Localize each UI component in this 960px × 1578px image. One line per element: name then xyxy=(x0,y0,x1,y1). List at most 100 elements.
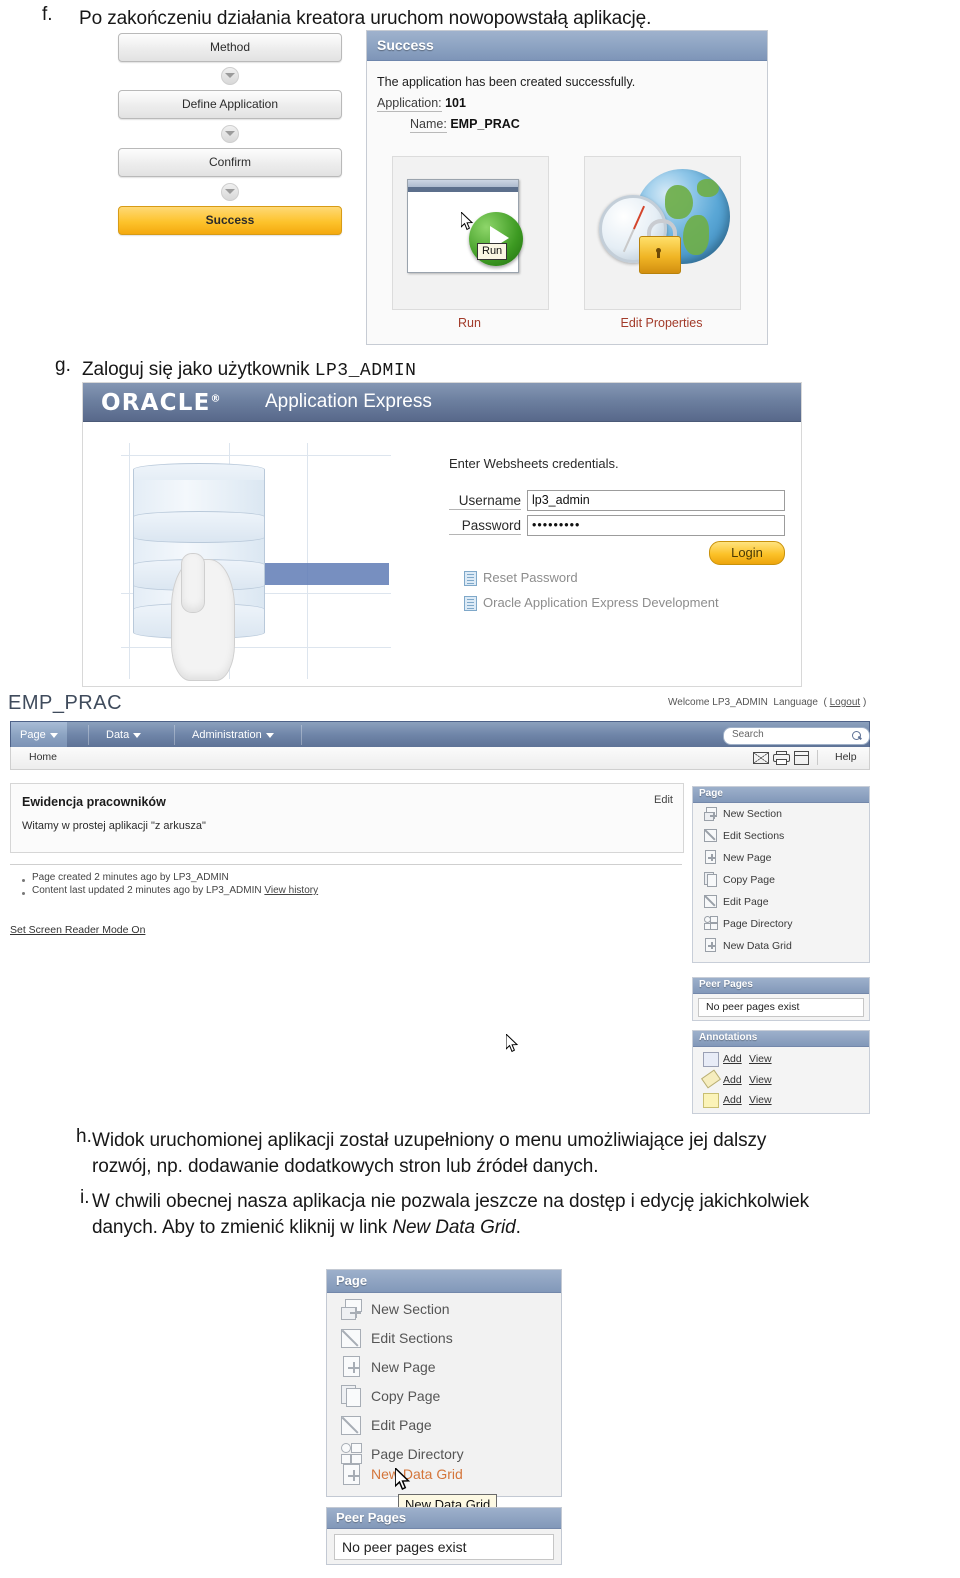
password-input[interactable]: ••••••••• xyxy=(527,515,785,536)
database-ring xyxy=(133,511,265,543)
search-icon[interactable] xyxy=(852,731,861,740)
bottom-item-new-data-grid[interactable]: New Data Grid xyxy=(371,1466,463,1482)
list-marker-f: f. xyxy=(42,4,53,25)
nav-item-page[interactable]: Page xyxy=(11,722,67,748)
bottom-item-edit-sections[interactable]: Edit Sections xyxy=(371,1330,453,1346)
oracle-registered-mark: ® xyxy=(210,393,222,405)
search-input[interactable]: Search xyxy=(723,727,870,745)
bottom-page-panel-header: Page xyxy=(327,1270,561,1293)
view-history-link[interactable]: View history xyxy=(264,885,318,896)
page-panel-item-page-directory[interactable]: Page Directory xyxy=(723,918,792,930)
edit-sections-icon[interactable] xyxy=(704,828,717,842)
new-data-grid-icon[interactable] xyxy=(704,938,717,952)
nav-item-data[interactable]: Data xyxy=(97,722,150,748)
wizard-step-method[interactable]: Method xyxy=(118,33,342,62)
annotation-add-tag[interactable]: Add xyxy=(723,1074,742,1086)
run-card[interactable]: Run xyxy=(392,156,549,310)
bottom-page-panel-title: Page xyxy=(336,1273,368,1288)
breadcrumb-home[interactable]: Home xyxy=(29,751,57,763)
page-panel-item-new-section[interactable]: New Section xyxy=(723,808,782,820)
wizard-step-define-application[interactable]: Define Application xyxy=(118,90,342,119)
help-link[interactable]: Help xyxy=(835,751,857,763)
globe-landmass xyxy=(697,179,719,197)
list-text-h-line2: rozwój, np. dodawanie dodatkowych stron … xyxy=(92,1156,599,1177)
wizard-step-confirm[interactable]: Confirm xyxy=(118,148,342,177)
print-paper xyxy=(776,759,787,765)
language-link[interactable]: Language xyxy=(773,697,818,708)
note-edit-icon[interactable] xyxy=(703,1052,719,1067)
username-label: Username xyxy=(449,493,521,510)
logout-link[interactable]: Logout xyxy=(830,697,861,708)
run-caption[interactable]: Run xyxy=(392,316,547,330)
lock-keyhole xyxy=(656,248,661,258)
reset-password-link[interactable]: Reset Password xyxy=(483,570,578,585)
nav-item-administration[interactable]: Administration xyxy=(183,722,283,748)
breadcrumb-bar: Home Help xyxy=(10,747,870,770)
bottom-item-page-directory[interactable]: Page Directory xyxy=(371,1446,464,1462)
screen-reader-link[interactable]: Set Screen Reader Mode On xyxy=(10,924,145,936)
page-panel-item-copy-page[interactable]: Copy Page xyxy=(723,874,775,886)
bottom-item-edit-page[interactable]: Edit Page xyxy=(371,1417,432,1433)
edit-page-icon[interactable] xyxy=(704,894,717,908)
icon-shape xyxy=(341,1443,351,1453)
annotation-view-tag[interactable]: View xyxy=(749,1074,772,1086)
new-page-icon[interactable] xyxy=(704,850,717,864)
bullet-marker xyxy=(22,892,25,895)
region-edit-link[interactable]: Edit xyxy=(654,794,673,806)
globe-landmass xyxy=(665,185,693,219)
wizard-step-label: Method xyxy=(209,40,251,54)
edit-page-icon[interactable] xyxy=(341,1414,362,1435)
page-panel-item-new-data-grid[interactable]: New Data Grid xyxy=(723,940,792,952)
bottom-item-copy-page[interactable]: Copy Page xyxy=(371,1388,440,1404)
sticky-note-icon[interactable] xyxy=(703,1093,719,1108)
peer-pages-header: Peer Pages xyxy=(693,978,869,994)
welcome-bar: Welcome LP3_ADMIN Language ( Logout ) xyxy=(668,697,867,708)
oracle-logo: ORACLE® xyxy=(101,390,222,416)
bottom-peer-pages-panel: Peer Pages No peer pages exist xyxy=(326,1507,562,1565)
database-illustration xyxy=(111,441,421,684)
annotation-add-note[interactable]: Add xyxy=(723,1053,742,1065)
grid-line xyxy=(121,455,391,456)
page-directory-icon[interactable] xyxy=(704,916,718,930)
window-icon[interactable] xyxy=(794,751,809,765)
icon-shape xyxy=(710,923,718,930)
content-region: Ewidencja pracowników Witamy w prostej a… xyxy=(10,783,684,853)
copy-page-icon[interactable] xyxy=(704,872,717,887)
username-input[interactable]: lp3_admin xyxy=(527,490,785,511)
tag-icon[interactable] xyxy=(701,1069,721,1089)
edit-sections-icon[interactable] xyxy=(341,1327,362,1348)
mail-icon[interactable] xyxy=(753,752,769,764)
bottom-page-panel: Page New Section Edit Sections New Page … xyxy=(326,1269,562,1497)
bottom-peer-pages-empty-text: No peer pages exist xyxy=(342,1539,467,1555)
copy-page-icon[interactable] xyxy=(341,1385,362,1407)
icon-plus xyxy=(353,1470,356,1481)
new-data-grid-icon[interactable] xyxy=(341,1464,362,1485)
wizard-step-success[interactable]: Success xyxy=(118,206,342,235)
application-id-value: 101 xyxy=(445,96,466,110)
page-panel-item-edit-page[interactable]: Edit Page xyxy=(723,896,769,908)
edit-properties-card[interactable] xyxy=(584,156,741,310)
apex-login-screenshot: ORACLE® Application Express Enter Webshe… xyxy=(82,382,802,687)
page-directory-icon[interactable] xyxy=(341,1443,362,1464)
annotation-add-sticky[interactable]: Add xyxy=(723,1094,742,1106)
apex-development-link[interactable]: Oracle Application Express Development xyxy=(483,595,719,610)
login-button[interactable]: Login xyxy=(709,541,785,565)
annotation-view-note[interactable]: View xyxy=(749,1053,772,1065)
page-panel-item-new-page[interactable]: New Page xyxy=(723,852,771,864)
wizard-step-label: Success xyxy=(205,213,255,227)
bottom-item-new-section[interactable]: New Section xyxy=(371,1301,450,1317)
bottom-item-new-page[interactable]: New Page xyxy=(371,1359,436,1375)
success-panel-header: Success xyxy=(367,31,767,61)
new-page-icon[interactable] xyxy=(341,1356,362,1377)
list-marker-i: i. xyxy=(80,1187,90,1208)
meta-content-updated-text: Content last updated 2 minutes ago by LP… xyxy=(32,885,262,896)
edit-properties-caption[interactable]: Edit Properties xyxy=(584,316,739,330)
list-text-i-before: danych. Aby to zmienić kliknij w link xyxy=(92,1217,393,1238)
annotation-view-sticky[interactable]: View xyxy=(749,1094,772,1106)
print-icon[interactable] xyxy=(773,751,790,765)
new-section-icon[interactable] xyxy=(704,807,717,821)
page-panel-item-edit-sections[interactable]: Edit Sections xyxy=(723,830,784,842)
new-section-icon[interactable] xyxy=(341,1299,362,1320)
region-text: Witamy w prostej aplikacji "z arkusza" xyxy=(22,820,206,832)
chevron-down-icon xyxy=(133,732,142,738)
